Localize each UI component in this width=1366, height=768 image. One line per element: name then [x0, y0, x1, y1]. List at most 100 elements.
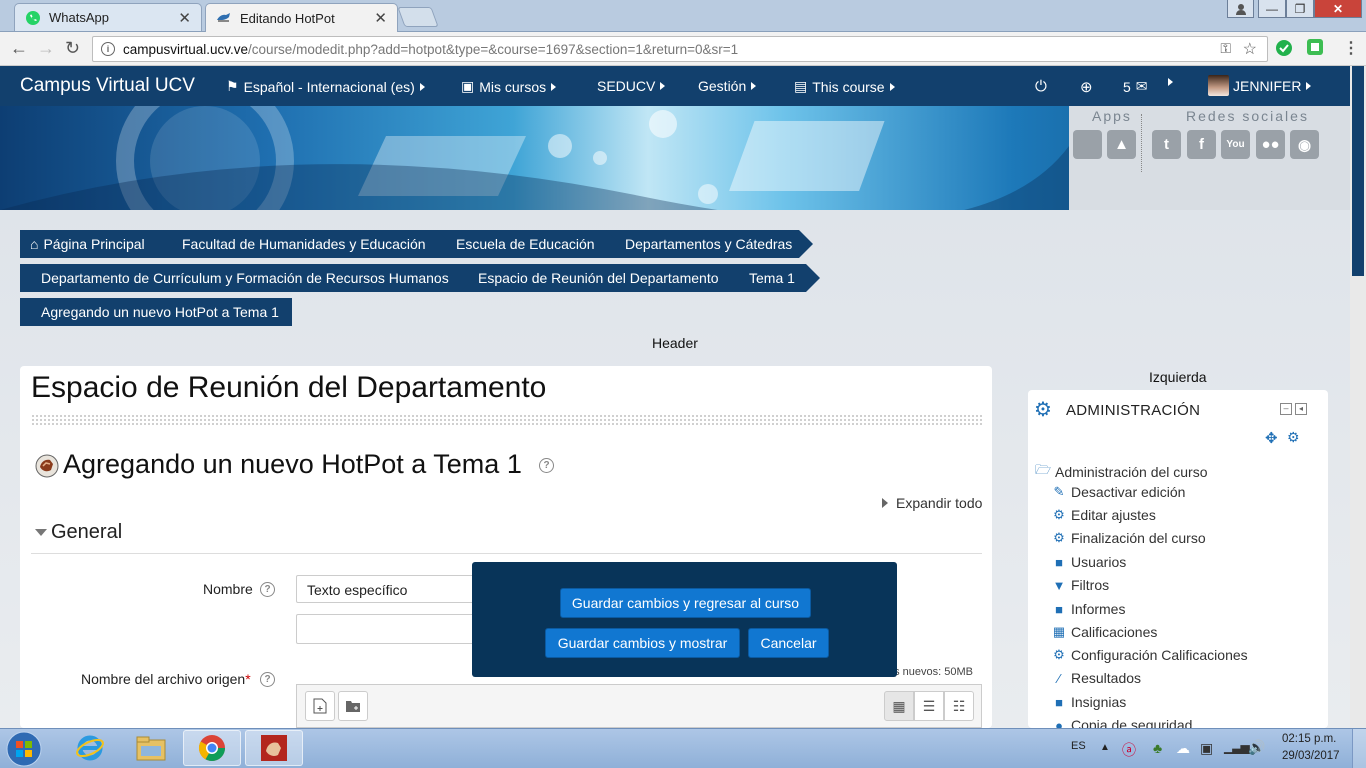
name-input[interactable]: Texto específico — [296, 575, 496, 603]
site-brand[interactable]: Campus Virtual UCV — [20, 75, 195, 97]
menu-language[interactable]: ⚑ Español - Internacional (es) — [226, 78, 425, 95]
breadcrumb-item-meeting-space[interactable]: Espacio de Reunión del Departamento — [458, 264, 744, 292]
dock-block-icon[interactable]: ◂ — [1295, 403, 1307, 415]
help-icon[interactable]: ? — [539, 458, 554, 473]
admin-item-grades-setup[interactable]: ⚙ Configuración Calificaciones — [1051, 647, 1248, 663]
tray-device-icon[interactable]: ▣ — [1200, 740, 1213, 757]
admin-item-outcomes[interactable]: ⁄ Resultados — [1051, 670, 1141, 686]
close-window-button[interactable]: ✕ — [1314, 0, 1362, 18]
back-arrow-icon[interactable]: ← — [10, 38, 28, 59]
flickr-icon[interactable]: ●● — [1256, 130, 1285, 159]
show-desktop-button[interactable] — [1352, 729, 1366, 768]
clock-time[interactable]: 02:15 p.m. — [1282, 733, 1336, 745]
start-button-icon[interactable] — [5, 730, 43, 768]
grid-view-icon[interactable]: ▦ — [884, 691, 914, 721]
power-icon[interactable]: ⏻ — [1035, 78, 1047, 95]
extension-square-icon[interactable] — [1306, 38, 1324, 56]
admin-item-grades[interactable]: ▦ Calificaciones — [1051, 624, 1158, 640]
key-icon[interactable]: ⚿ — [1220, 40, 1231, 57]
chrome-menu-icon[interactable]: ⋮ — [1343, 38, 1359, 58]
breadcrumb-item-home[interactable]: ⌂ Página Principal — [20, 230, 177, 258]
file-explorer-icon[interactable] — [122, 730, 180, 766]
admin-item-backup[interactable]: ● Copia de seguridad — [1051, 717, 1192, 728]
list-view-icon[interactable]: ☰ — [914, 691, 944, 721]
menu-this-course[interactable]: ▤ This course — [794, 78, 895, 95]
breadcrumb-item-faculty[interactable]: Facultad de Humanidades y Educación — [162, 230, 451, 258]
cancel-button[interactable]: Cancelar — [748, 628, 829, 658]
internet-explorer-icon[interactable] — [61, 730, 119, 766]
admin-item-label: Configuración Calificaciones — [1071, 647, 1248, 663]
home-icon: ⌂ — [30, 236, 39, 252]
reload-icon[interactable]: ↻ — [65, 38, 80, 59]
globe-icon[interactable]: ◉ — [1290, 130, 1319, 159]
block-settings-icon[interactable]: ⚙ — [1287, 429, 1300, 446]
keyboard-language[interactable]: ES — [1071, 740, 1086, 752]
section-general-toggle[interactable]: General — [35, 521, 122, 544]
tray-expand-icon[interactable]: ▲ — [1100, 742, 1110, 753]
admin-item-reports[interactable]: ■ Informes — [1051, 601, 1125, 617]
scrollbar-thumb[interactable] — [1352, 66, 1364, 276]
breadcrumb-label: Departamentos y Cátedras — [625, 236, 793, 252]
apple-icon[interactable] — [1073, 130, 1102, 159]
forward-arrow-icon[interactable]: → — [37, 38, 55, 59]
breadcrumb-item-departments[interactable]: Departamentos y Cátedras — [605, 230, 813, 258]
android-icon[interactable]: ▲ — [1107, 130, 1136, 159]
breadcrumb-item-school[interactable]: Escuela de Educación — [436, 230, 620, 258]
admin-item-filters[interactable]: ▼ Filtros — [1051, 577, 1110, 593]
save-and-display-button[interactable]: Guardar cambios y mostrar — [545, 628, 740, 658]
info-icon[interactable]: i — [101, 42, 115, 56]
tray-leaf-icon[interactable]: ♣ — [1153, 740, 1162, 756]
volume-icon[interactable]: 🔊 — [1248, 739, 1265, 756]
download-circle-icon[interactable]: ⊕ — [1080, 78, 1093, 96]
admin-item-course-completion[interactable]: ⚙ Finalización del curso — [1051, 530, 1206, 546]
secondary-name-input[interactable] — [296, 614, 496, 644]
menu-language-label: Español - Internacional (es) — [243, 78, 415, 95]
admin-item-label: Finalización del curso — [1071, 530, 1206, 546]
hotpot-taskbar-icon[interactable] — [245, 730, 303, 766]
menu-gestion[interactable]: Gestión — [698, 78, 757, 94]
facebook-icon[interactable]: f — [1187, 130, 1216, 159]
tree-view-icon[interactable]: ☷ — [944, 691, 974, 721]
admin-item-course-admin[interactable]: 🗁 Administración del curso — [1035, 461, 1208, 483]
close-tab-icon[interactable]: ✕ — [178, 9, 191, 27]
chrome-taskbar-icon[interactable] — [183, 730, 241, 766]
new-tab-button[interactable] — [397, 7, 439, 27]
admin-item-edit-settings[interactable]: ⚙ Editar ajustes — [1051, 507, 1156, 523]
move-icon[interactable]: ✥ — [1265, 429, 1278, 447]
user-menu[interactable]: JENNIFER — [1208, 75, 1312, 96]
help-icon[interactable]: ? — [260, 582, 275, 597]
close-tab-icon[interactable]: ✕ — [374, 9, 387, 27]
site-navbar: Campus Virtual UCV ⚑ Español - Internacio… — [0, 66, 1350, 106]
address-bar[interactable]: i campusvirtual.ucv.ve/course/modedit.ph… — [92, 36, 1268, 62]
breadcrumb-label: Tema 1 — [749, 270, 795, 286]
twitter-icon[interactable]: t — [1152, 130, 1181, 159]
profile-icon[interactable] — [1227, 0, 1254, 18]
tab-editando-hotpot[interactable]: Editando HotPot ✕ — [205, 3, 398, 32]
messages-menu[interactable]: 5 ✉ — [1123, 78, 1148, 95]
youtube-icon[interactable]: You — [1221, 130, 1250, 159]
notifications-caret[interactable] — [1163, 78, 1173, 86]
admin-item-badges[interactable]: ■ Insignias — [1051, 694, 1126, 710]
admin-item-turn-editing-off[interactable]: ✎ Desactivar edición — [1051, 484, 1186, 500]
clock-date[interactable]: 29/03/2017 — [1282, 750, 1340, 762]
tab-whatsapp[interactable]: WhatsApp ✕ — [14, 3, 202, 31]
menu-seducv[interactable]: SEDUCV — [597, 78, 666, 94]
create-folder-icon[interactable] — [338, 691, 368, 721]
breadcrumb-item-curriculum[interactable]: Departamento de Currículum y Formación d… — [20, 264, 474, 292]
add-file-icon[interactable] — [305, 691, 335, 721]
save-and-return-button[interactable]: Guardar cambios y regresar al curso — [560, 588, 811, 618]
bookmark-star-icon[interactable]: ☆ — [1243, 39, 1257, 59]
minimize-button[interactable]: — — [1258, 0, 1286, 18]
tray-app-icon[interactable]: ⓐ — [1122, 740, 1136, 760]
onedrive-cloud-icon[interactable]: ☁ — [1176, 740, 1190, 757]
network-signal-icon[interactable]: ▁▃▅ — [1224, 740, 1250, 754]
hotpot-module-icon — [35, 454, 59, 478]
help-icon[interactable]: ? — [260, 672, 275, 687]
menu-my-courses[interactable]: ▣ Mis cursos — [461, 78, 557, 95]
admin-item-users[interactable]: ■ Usuarios — [1051, 554, 1126, 570]
maximize-button[interactable]: ❐ — [1286, 0, 1314, 18]
collapse-block-icon[interactable]: – — [1280, 403, 1292, 415]
expand-all-link[interactable]: Expandir todo — [882, 495, 982, 511]
gears-icon: ⚙ — [1034, 399, 1052, 421]
extension-check-icon[interactable] — [1275, 39, 1293, 57]
